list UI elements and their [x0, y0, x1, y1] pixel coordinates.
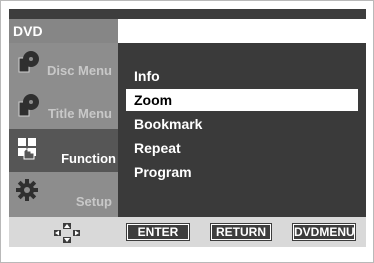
- sidebar-item-label: Setup: [75, 194, 112, 209]
- menu-item-repeat[interactable]: Repeat: [126, 137, 358, 159]
- top-strip: [9, 9, 366, 19]
- sidebar-item-function[interactable]: Function: [9, 129, 118, 172]
- disc-menu-icon: [18, 51, 39, 73]
- sidebar: Disc Menu Title Menu Function Setup: [9, 43, 118, 217]
- dvdmenu-button-label: DVDMENU: [293, 224, 355, 240]
- button-guide-bar: ENTER RETURN DVDMENU: [9, 217, 366, 247]
- return-button[interactable]: RETURN: [210, 223, 272, 241]
- sidebar-item-setup[interactable]: Setup: [9, 172, 118, 217]
- sidebar-item-label: Function: [61, 151, 116, 166]
- return-button-label: RETURN: [211, 224, 271, 240]
- menu-item-bookmark[interactable]: Bookmark: [126, 113, 358, 135]
- dvd-menu-window: DVD Disc Menu Title Menu Function Setup …: [0, 0, 374, 263]
- sidebar-item-label: Disc Menu: [46, 63, 112, 78]
- menu-item-zoom[interactable]: Zoom: [126, 89, 358, 111]
- dvd-title: DVD: [9, 19, 118, 43]
- sidebar-item-title-menu[interactable]: Title Menu: [9, 86, 118, 129]
- dvdmenu-button[interactable]: DVDMENU: [292, 223, 356, 241]
- sidebar-item-disc-menu[interactable]: Disc Menu: [9, 43, 118, 86]
- menu-item-program[interactable]: Program: [126, 161, 358, 183]
- title-bar: DVD: [9, 19, 366, 43]
- dpad-icon: [54, 223, 80, 243]
- enter-button[interactable]: ENTER: [126, 223, 190, 241]
- enter-button-label: ENTER: [127, 224, 189, 240]
- title-menu-icon: [18, 94, 39, 117]
- setup-gear-icon: [16, 179, 38, 201]
- sidebar-item-label: Title Menu: [47, 106, 112, 121]
- menu-item-info[interactable]: Info: [126, 65, 358, 87]
- function-icon: [18, 138, 36, 160]
- function-menu-panel: Info Zoom Bookmark Repeat Program: [118, 43, 366, 217]
